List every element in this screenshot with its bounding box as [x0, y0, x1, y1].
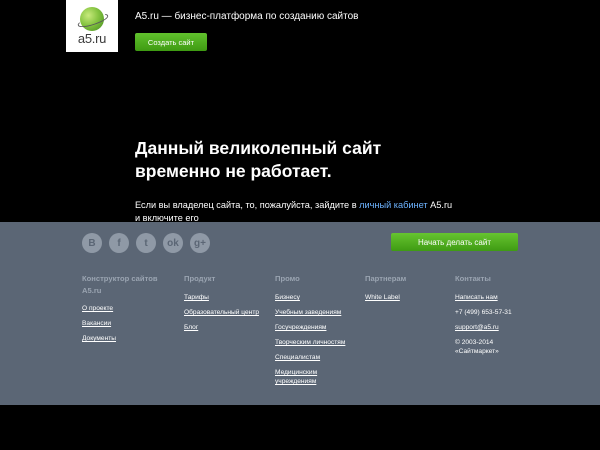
link-about[interactable]: О проекте [82, 304, 167, 313]
logo-text: a5.ru [77, 31, 107, 46]
contact-phone: +7 (499) 653-57-31 [455, 309, 512, 316]
footer-column-product: Продукт Тарифы Образовательный центр Бло… [184, 273, 269, 338]
facebook-icon[interactable]: f [109, 233, 129, 253]
column-title-promo: Промо [275, 274, 300, 283]
link-tariffs[interactable]: Тарифы [184, 293, 269, 302]
footer-column-partners: Партнерам White Label [365, 273, 445, 308]
link-schools[interactable]: Учебным заведениям [275, 308, 360, 317]
column-title-partners: Партнерам [365, 274, 407, 283]
headline-line-1: Данный великолепный сайт [135, 138, 382, 158]
footer-column-contacts: Контакты Написать нам +7 (499) 653-57-31… [455, 273, 545, 362]
link-support-email[interactable]: support@a5.ru [455, 323, 545, 332]
create-site-button[interactable]: Создать сайт [135, 33, 207, 51]
link-education-center[interactable]: Образовательный центр [184, 308, 269, 317]
link-specialists[interactable]: Специалистам [275, 353, 360, 362]
page-headline: Данный великолепный сайт временно не раб… [135, 137, 465, 183]
link-creatives[interactable]: Творческим личностям [275, 338, 360, 347]
tagline: A5.ru — бизнес-платформа по созданию сай… [135, 11, 359, 22]
start-making-site-button[interactable]: Начать делать сайт [391, 233, 518, 251]
link-white-label[interactable]: White Label [365, 293, 445, 302]
odnoklassniki-icon[interactable]: ok [163, 233, 183, 253]
link-vacancies[interactable]: Вакансии [82, 319, 167, 328]
link-documents[interactable]: Документы [82, 334, 167, 343]
social-links: В f t ok g+ [82, 233, 210, 253]
copyright-company: «Сайтмаркет» [455, 348, 499, 355]
column-title-product: Продукт [184, 274, 216, 283]
link-business[interactable]: Бизнесу [275, 293, 360, 302]
headline-line-2: временно не работает. [135, 161, 332, 181]
link-blog[interactable]: Блог [184, 323, 269, 332]
globe-icon [80, 7, 104, 31]
column-title-contacts: Контакты [455, 274, 491, 283]
link-write-us[interactable]: Написать нам [455, 293, 545, 302]
logo[interactable]: a5.ru [66, 0, 118, 52]
link-medical[interactable]: Медицинским учреждениям [275, 368, 330, 386]
copyright-years: © 2003-2014 [455, 339, 494, 346]
twitter-icon[interactable]: t [136, 233, 156, 253]
footer-column-builder: Конструктор сайтов A5.ru О проекте Вакан… [82, 273, 167, 349]
googleplus-icon[interactable]: g+ [190, 233, 210, 253]
personal-cabinet-link[interactable]: личный кабинет [359, 200, 427, 210]
owner-message-text: Если вы владелец сайта, то, пожалуйста, … [135, 200, 360, 210]
vk-icon[interactable]: В [82, 233, 102, 253]
link-government[interactable]: Госучреждениям [275, 323, 360, 332]
footer-column-promo: Промо Бизнесу Учебным заведениям Госучре… [275, 273, 360, 392]
column-title-builder: Конструктор сайтов A5.ru [82, 274, 158, 295]
